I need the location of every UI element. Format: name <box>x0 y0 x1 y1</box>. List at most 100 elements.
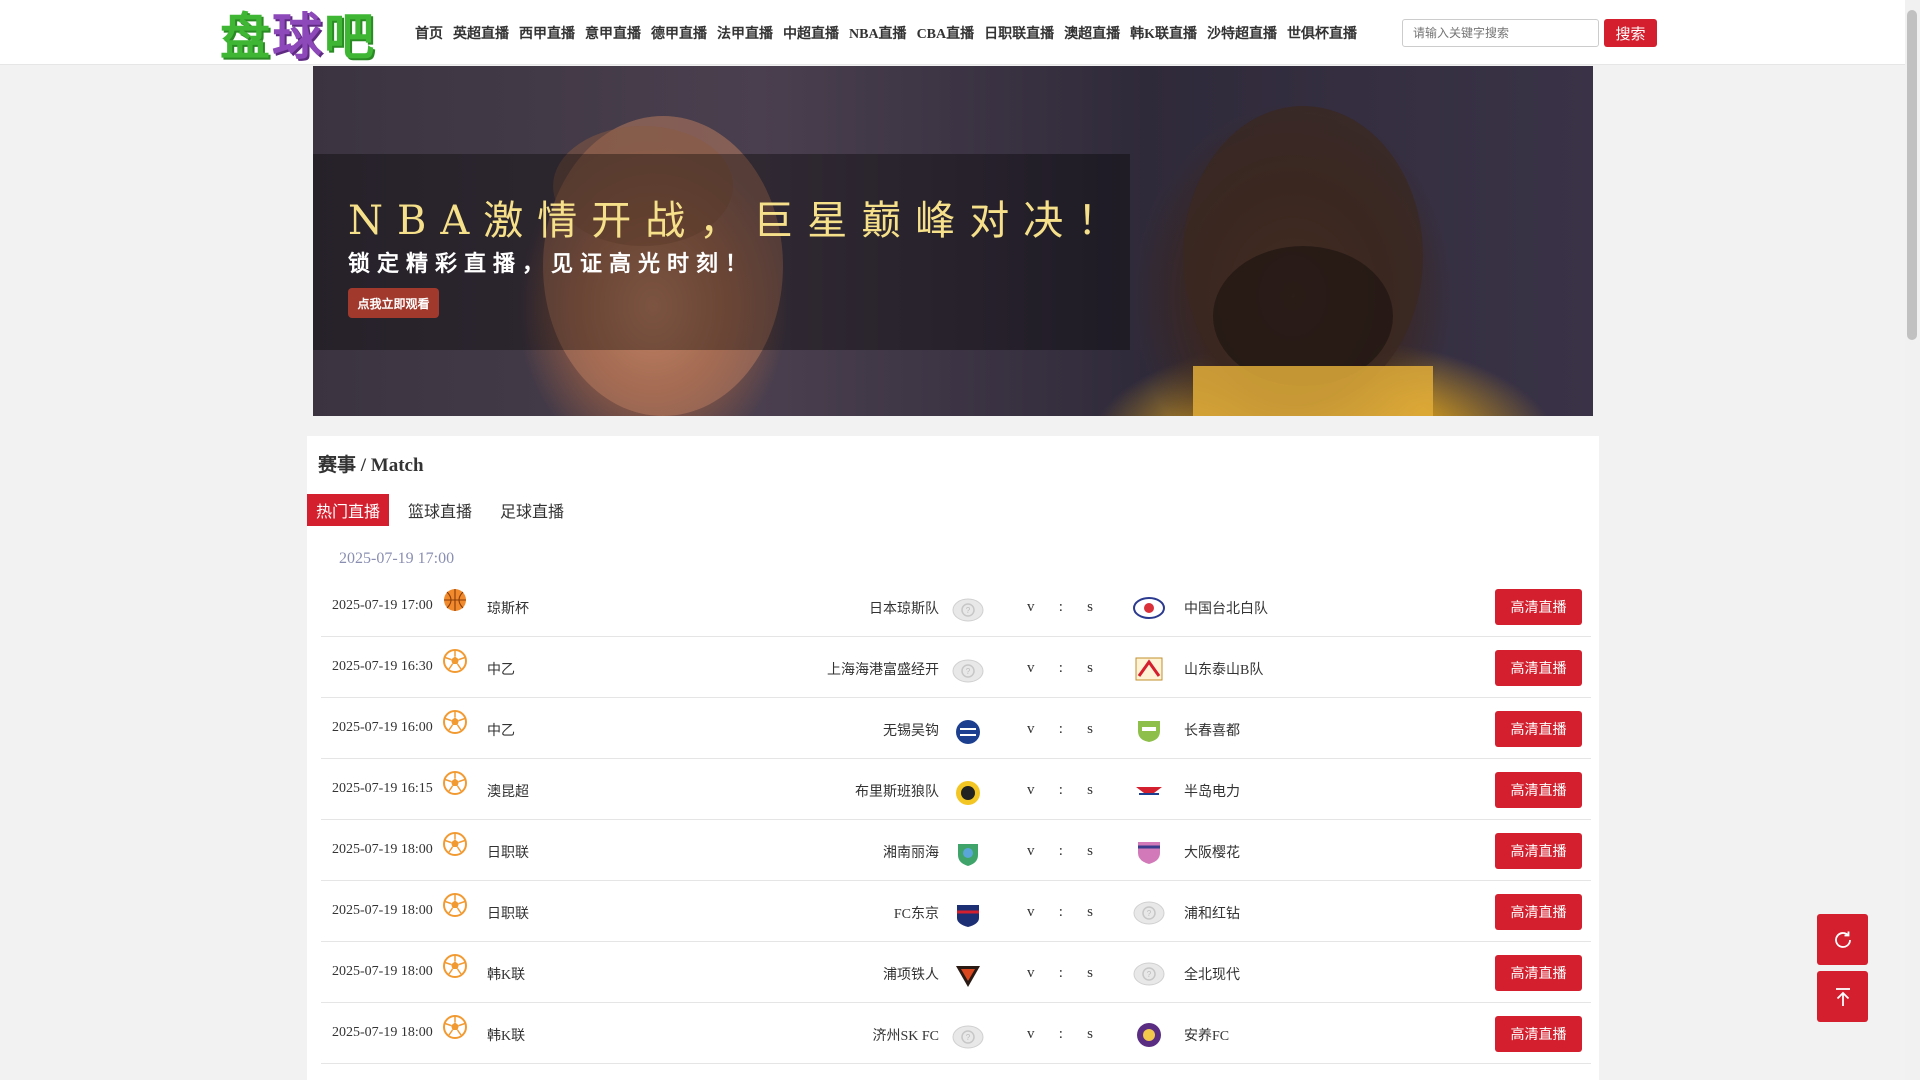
away-team-name[interactable]: 全北现代 <box>1184 964 1240 984</box>
vs-s: s <box>1087 660 1093 676</box>
search-button[interactable]: 搜索 <box>1604 19 1657 47</box>
nav-saudi[interactable]: 沙特超直播 <box>1202 23 1282 43</box>
home-team-logo <box>952 902 984 928</box>
home-team-name[interactable]: 济州SK FC <box>872 1025 939 1045</box>
nav-aleague[interactable]: 澳超直播 <box>1059 23 1125 43</box>
match-row[interactable]: 2025-07-19 16:30 中乙 上海海港富盛经开? v: s 山东泰山B队 高清直播 <box>321 637 1591 698</box>
vs-colon: : <box>1058 1026 1063 1042</box>
vs-separator: v: s <box>1027 843 1093 860</box>
away-team-logo <box>1133 839 1165 865</box>
refresh-button[interactable] <box>1817 914 1868 965</box>
vs-s: s <box>1087 599 1093 615</box>
away-team-logo <box>1133 1022 1165 1048</box>
nav-epl[interactable]: 英超直播 <box>448 23 514 43</box>
hero-banner[interactable]: NBA激情开战，巨星巅峰对决！ 锁定精彩直播，见证高光时刻！ 点我立即观看 <box>313 66 1593 416</box>
nav-laliga[interactable]: 西甲直播 <box>514 23 580 43</box>
vs-colon: : <box>1058 904 1063 920</box>
vs-separator: v: s <box>1027 904 1093 921</box>
nav-kleague[interactable]: 韩K联直播 <box>1125 23 1202 43</box>
home-team-name[interactable]: 布里斯班狼队 <box>855 781 939 801</box>
away-team-name[interactable]: 半岛电力 <box>1184 781 1240 801</box>
hd-live-button[interactable]: 高清直播 <box>1495 711 1582 747</box>
vs-colon: : <box>1058 721 1063 737</box>
vs-separator: v: s <box>1027 660 1093 677</box>
home-team-name[interactable]: 湘南丽海 <box>883 842 939 862</box>
match-league[interactable]: 澳昆超 <box>487 781 529 801</box>
search-input[interactable] <box>1402 19 1599 47</box>
nav-bundesliga[interactable]: 德甲直播 <box>646 23 712 43</box>
away-team-logo <box>1133 778 1165 804</box>
nav-ligue1[interactable]: 法甲直播 <box>712 23 778 43</box>
match-tabs: 热门直播 篮球直播 足球直播 <box>307 494 573 526</box>
match-league[interactable]: 日职联 <box>487 842 529 862</box>
nav-seriea[interactable]: 意甲直播 <box>580 23 646 43</box>
hd-live-button[interactable]: 高清直播 <box>1495 833 1582 869</box>
site-logo-text: 盘球吧 <box>220 0 376 69</box>
match-league[interactable]: 韩K联 <box>487 1025 525 1045</box>
site-logo[interactable]: 盘球吧 <box>220 2 400 66</box>
football-icon <box>443 893 467 917</box>
match-row[interactable]: 2025-07-19 18:00 日职联 FC东京 v: s? 浦和红钻 高清直播 <box>321 881 1591 942</box>
football-icon <box>443 649 467 673</box>
banner-subtitle: 锁定精彩直播，见证高光时刻！ <box>348 252 755 277</box>
match-time: 2025-07-19 18:00 <box>332 964 433 979</box>
tab-hot-live[interactable]: 热门直播 <box>307 494 390 526</box>
basketball-icon <box>443 588 467 612</box>
match-league[interactable]: 中乙 <box>487 659 515 679</box>
home-team-name[interactable]: 浦项铁人 <box>883 964 939 984</box>
nav-jleague[interactable]: 日职联直播 <box>979 23 1059 43</box>
svg-text:?: ? <box>1147 909 1152 918</box>
match-row[interactable]: 2025-07-19 16:00 中乙 无锡吴钩 v: s 长春喜都 高清直播 <box>321 698 1591 759</box>
match-list: 2025-07-19 17:00 琼斯杯 日本琼斯队? v: s 中国台北白队 高清直播 20… <box>321 576 1591 1064</box>
away-team-name[interactable]: 中国台北白队 <box>1184 598 1268 618</box>
match-league[interactable]: 中乙 <box>487 720 515 740</box>
match-league[interactable]: 琼斯杯 <box>487 598 529 618</box>
nav-cba[interactable]: CBA直播 <box>912 23 980 43</box>
home-team-name[interactable]: 无锡吴钩 <box>883 720 939 740</box>
nav-nba[interactable]: NBA直播 <box>844 23 912 43</box>
hd-live-button[interactable]: 高清直播 <box>1495 894 1582 930</box>
away-team-logo <box>1133 717 1165 743</box>
match-league[interactable]: 韩K联 <box>487 964 525 984</box>
vs-separator: v: s <box>1027 721 1093 738</box>
home-team-name[interactable]: FC东京 <box>894 903 939 923</box>
hd-live-button[interactable]: 高清直播 <box>1495 650 1582 686</box>
hd-live-button[interactable]: 高清直播 <box>1495 955 1582 991</box>
nav-home[interactable]: 首页 <box>410 23 448 43</box>
match-row[interactable]: 2025-07-19 18:00 韩K联 浦项铁人 v: s? 全北现代 高清直播 <box>321 942 1591 1003</box>
match-league[interactable]: 日职联 <box>487 903 529 923</box>
nav-clubworldcup[interactable]: 世俱杯直播 <box>1282 23 1362 43</box>
tab-basketball-live[interactable]: 篮球直播 <box>399 494 481 526</box>
vs-v: v <box>1027 660 1035 676</box>
banner-watch-button[interactable]: 点我立即观看 <box>348 288 439 318</box>
svg-text:?: ? <box>966 606 971 615</box>
match-time: 2025-07-19 18:00 <box>332 842 433 857</box>
match-time: 2025-07-19 16:30 <box>332 659 433 674</box>
away-team-name[interactable]: 安养FC <box>1184 1025 1229 1045</box>
away-team-name[interactable]: 浦和红钻 <box>1184 903 1240 923</box>
vs-s: s <box>1087 965 1093 981</box>
away-team-name[interactable]: 大阪樱花 <box>1184 842 1240 862</box>
hd-live-button[interactable]: 高清直播 <box>1495 1016 1582 1052</box>
vs-v: v <box>1027 1026 1035 1042</box>
match-row[interactable]: 2025-07-19 16:15 澳昆超 布里斯班狼队 v: s 半岛电力 高清直播 <box>321 759 1591 820</box>
vs-colon: : <box>1058 599 1063 615</box>
match-row[interactable]: 2025-07-19 18:00 日职联 湘南丽海 v: s 大阪樱花 高清直播 <box>321 820 1591 881</box>
hd-live-button[interactable]: 高清直播 <box>1495 589 1582 625</box>
match-row[interactable]: 2025-07-19 18:00 韩K联 济州SK FC? v: s 安养FC 高清直播 <box>321 1003 1591 1064</box>
hd-live-button[interactable]: 高清直播 <box>1495 772 1582 808</box>
tab-football-live[interactable]: 足球直播 <box>491 494 573 526</box>
match-time: 2025-07-19 16:00 <box>332 720 433 735</box>
back-to-top-button[interactable] <box>1817 971 1868 1022</box>
home-team-name[interactable]: 上海海港富盛经开 <box>827 659 939 679</box>
nav-csl[interactable]: 中超直播 <box>778 23 844 43</box>
page-scrollbar-thumb[interactable] <box>1907 10 1917 340</box>
away-team-name[interactable]: 长春喜都 <box>1184 720 1240 740</box>
vs-s: s <box>1087 721 1093 737</box>
svg-text:?: ? <box>1147 970 1152 979</box>
home-team-name[interactable]: 日本琼斯队 <box>869 598 939 618</box>
match-row[interactable]: 2025-07-19 17:00 琼斯杯 日本琼斯队? v: s 中国台北白队 高清直播 <box>321 576 1591 637</box>
away-team-name[interactable]: 山东泰山B队 <box>1184 659 1263 679</box>
vs-s: s <box>1087 843 1093 859</box>
vs-colon: : <box>1058 782 1063 798</box>
